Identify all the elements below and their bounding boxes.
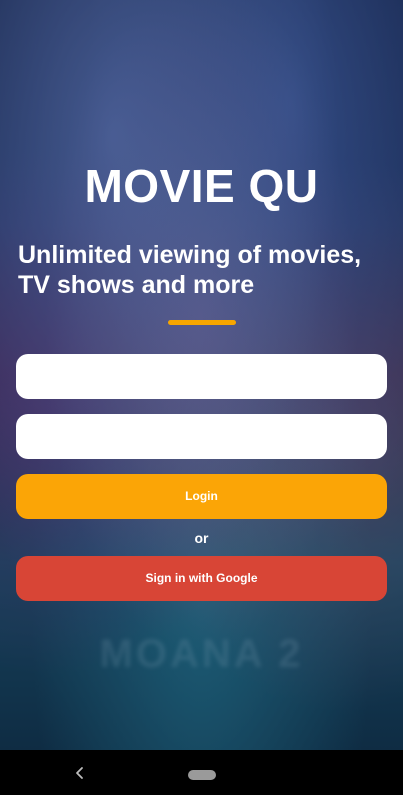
login-button[interactable]: Login [16,474,387,519]
app-title: MOVIE QU [84,160,319,212]
or-separator-label: or [194,530,209,546]
chevron-left-icon[interactable] [66,759,94,787]
username-input[interactable] [16,354,387,399]
home-pill-icon[interactable] [188,770,216,780]
accent-divider [168,320,236,325]
login-screen: MOANA 2 MOVIE QU Unlimited viewing of mo… [0,0,403,795]
app-tagline: Unlimited viewing of movies, TV shows an… [18,241,362,299]
google-sign-in-button[interactable]: Sign in with Google [16,556,387,601]
system-navigation-bar [0,750,403,795]
password-input[interactable] [16,414,387,459]
